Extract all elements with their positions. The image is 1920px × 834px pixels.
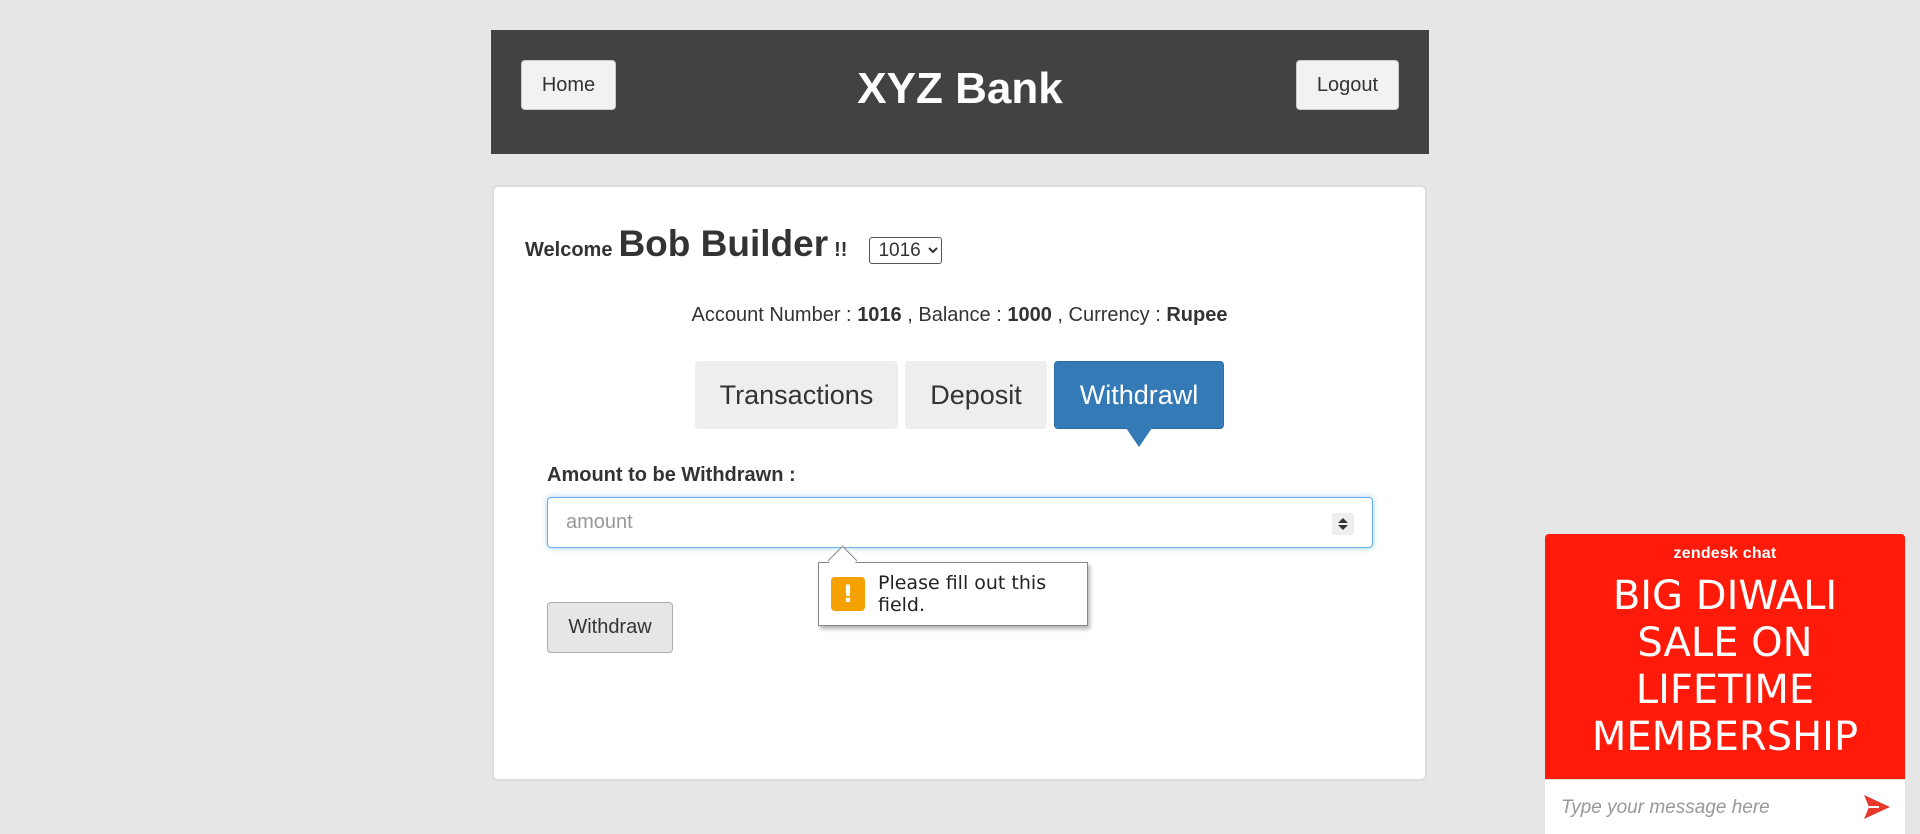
app-header: Home XYZ Bank Logout (491, 30, 1429, 154)
send-icon[interactable] (1863, 794, 1891, 820)
tab-transactions[interactable]: Transactions (694, 361, 899, 429)
welcome-label: Welcome (525, 239, 613, 261)
page-title: XYZ Bank (857, 64, 1063, 113)
tab-deposit[interactable]: Deposit (905, 361, 1047, 429)
transaction-tabs: Transactions Deposit Withdrawl (494, 361, 1425, 429)
account-summary: Account Number : 1016 , Balance : 1000 ,… (494, 304, 1425, 327)
balance-label: , Balance : (907, 304, 1002, 326)
amount-input[interactable] (547, 497, 1373, 548)
account-select[interactable]: 1016 (869, 237, 943, 264)
withdraw-button[interactable]: Withdraw (547, 602, 673, 653)
balance-value: 1000 (1007, 304, 1052, 326)
amount-label: Amount to be Withdrawn : (547, 464, 796, 486)
currency-value: Rupee (1166, 304, 1228, 326)
spinner-down-icon[interactable] (1338, 525, 1348, 530)
logout-button[interactable]: Logout (1296, 60, 1399, 110)
tab-withdrawl[interactable]: Withdrawl (1053, 361, 1225, 429)
chat-brand: zendesk chat (1673, 545, 1777, 562)
account-panel: Welcome Bob Builder !! 1016 Account Numb… (492, 185, 1427, 781)
account-number-label: Account Number : (691, 304, 852, 326)
chat-promo: BIG DIWALI SALE ON LIFETIME MEMBERSHIP (1591, 573, 1859, 760)
user-name: Bob Builder (618, 223, 829, 264)
welcome-line: Welcome Bob Builder !! 1016 (525, 223, 943, 265)
chat-message-input[interactable] (1559, 795, 1853, 820)
chat-input-row (1545, 779, 1905, 834)
welcome-suffix: !! (834, 239, 848, 261)
account-number-value: 1016 (857, 304, 902, 326)
chat-banner[interactable]: zendesk chat BIG DIWALI SALE ON LIFETIME… (1545, 534, 1905, 779)
number-spinner[interactable] (1332, 513, 1354, 535)
warning-icon: ! (831, 577, 865, 611)
spinner-up-icon[interactable] (1338, 518, 1348, 523)
validation-tooltip: ! Please fill out this field. (818, 562, 1088, 626)
chat-widget: zendesk chat BIG DIWALI SALE ON LIFETIME… (1545, 534, 1905, 834)
validation-message: Please fill out this field. (878, 572, 1047, 616)
currency-label: , Currency : (1057, 304, 1161, 326)
